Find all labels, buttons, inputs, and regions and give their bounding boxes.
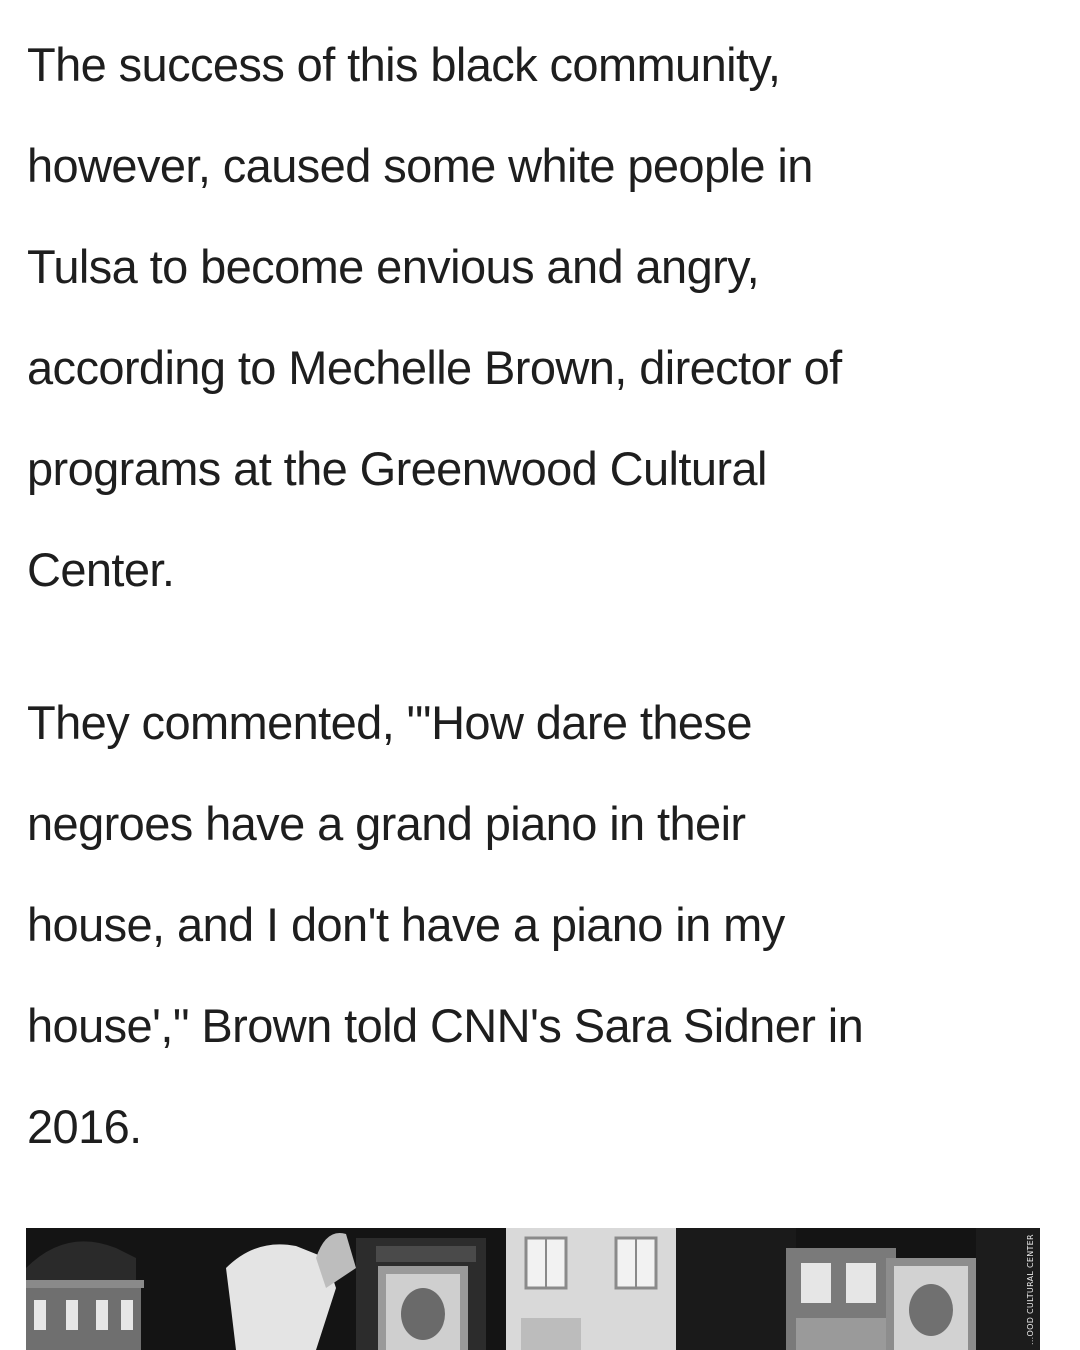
- paragraph: They commented, "'How dare these negroes…: [27, 696, 864, 1153]
- historical-photo: ...OOD CULTURAL CENTER: [26, 1228, 1040, 1350]
- photo-image: [26, 1228, 1040, 1350]
- photo-credit: ...OOD CULTURAL CENTER: [1026, 1234, 1035, 1346]
- paragraph: The success of this black community, how…: [27, 38, 842, 596]
